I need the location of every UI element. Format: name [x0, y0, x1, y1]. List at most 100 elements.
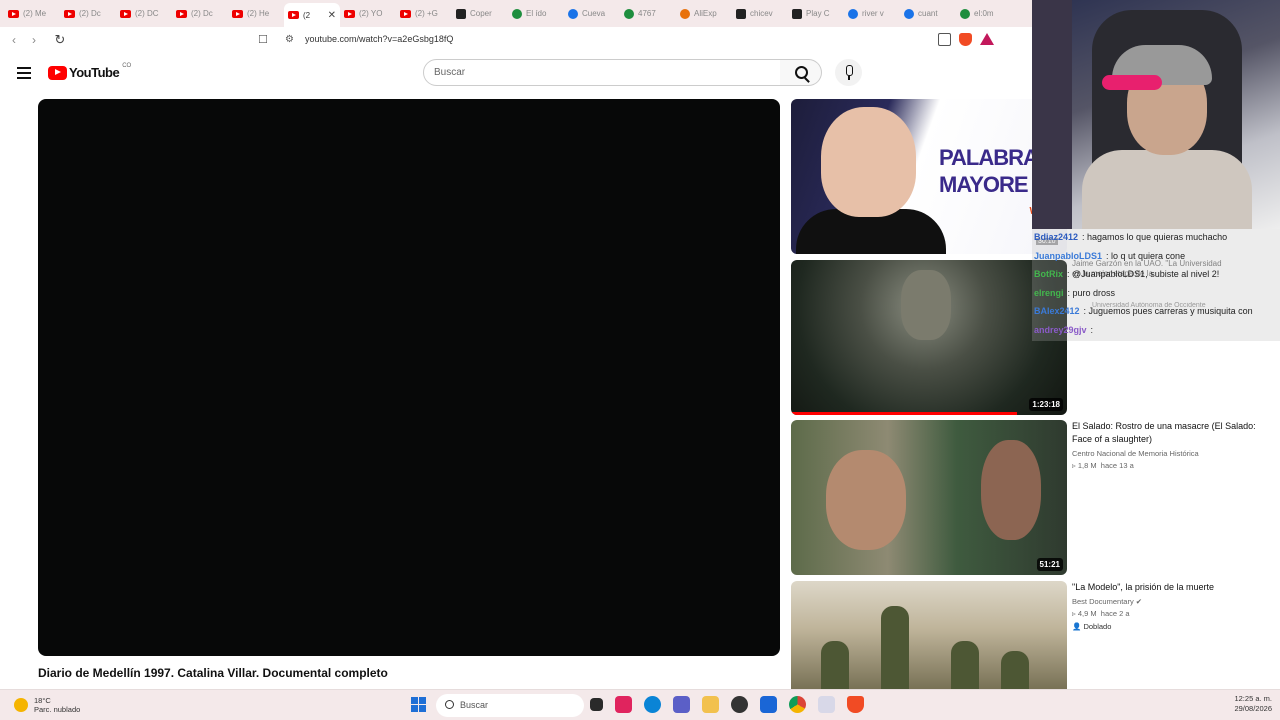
kick-icon	[960, 8, 970, 19]
browser-tab[interactable]: (2 ✕	[284, 3, 340, 27]
tab-label: el:0m	[974, 9, 994, 18]
browser-tab[interactable]: El ído	[508, 3, 564, 25]
google-icon	[848, 8, 858, 19]
tab-label: (2) He	[247, 9, 270, 18]
browser-tab[interactable]: Cueva	[564, 3, 620, 25]
browser-tab[interactable]: Play C	[788, 3, 844, 25]
youtube-logo[interactable]: YouTube CO	[48, 63, 131, 80]
browser-tab[interactable]: cuant	[900, 3, 956, 25]
video-stats: ▹ 1,8 M hace 13 a	[1072, 461, 1134, 470]
chat-username: BotRix	[1034, 269, 1063, 279]
forward-button[interactable]: ›	[24, 33, 44, 47]
browser-tab[interactable]: (2) He	[228, 3, 284, 25]
upload-age: hace 2 a	[1100, 609, 1130, 618]
browser-tab[interactable]: (2) DC	[116, 3, 172, 25]
teams-icon[interactable]	[673, 696, 690, 713]
brave-icon[interactable]	[847, 696, 864, 713]
app-icon[interactable]	[818, 696, 835, 713]
weather-widget[interactable]: 18°C Parc. nublado	[14, 696, 80, 714]
youtube-icon	[120, 9, 131, 18]
youtube-masthead: YouTube CO Buscar	[0, 53, 1030, 93]
brave-rewards-icon[interactable]	[980, 33, 994, 45]
tab-label: Cueva	[582, 9, 606, 18]
promo-brand: W	[939, 198, 1038, 225]
thumbnail-face	[821, 107, 916, 217]
file-explorer-icon[interactable]	[702, 696, 719, 713]
video-player[interactable]	[38, 99, 780, 656]
video-thumbnail-4[interactable]	[791, 581, 1067, 701]
browser-tab[interactable]: (2) YO	[340, 3, 396, 25]
site-info-icon[interactable]: ⚙	[285, 34, 294, 45]
taskbar-search[interactable]: Buscar	[436, 694, 584, 717]
store-icon[interactable]	[760, 696, 777, 713]
browser-tab[interactable]: el:0m	[956, 3, 1012, 25]
blue-icon	[568, 8, 578, 19]
back-button[interactable]: ‹	[4, 33, 24, 47]
cast-icon[interactable]	[938, 33, 951, 46]
youtube-icon	[64, 9, 75, 18]
windows-start-icon[interactable]	[411, 697, 426, 712]
tab-label: (2) +G	[415, 9, 438, 18]
bookmark-icon[interactable]: ☐	[258, 33, 268, 46]
channel-name[interactable]: Centro Nacional de Memoria Histórica	[1072, 449, 1272, 458]
tab-label: El ído	[526, 9, 547, 18]
tab-label: (2) Dc	[191, 9, 213, 18]
menu-icon[interactable]	[17, 67, 31, 82]
channel-name[interactable]: Best Documentary ✔	[1072, 597, 1272, 606]
obs-icon[interactable]	[731, 696, 748, 713]
tab-label: cuant	[918, 9, 938, 18]
tab-label: (2) DC	[135, 9, 159, 18]
browser-tab[interactable]: (2) +G	[396, 3, 452, 25]
browser-tab[interactable]: (2) Dc	[60, 3, 116, 25]
close-tab-icon[interactable]: ✕	[328, 10, 336, 21]
video-thumbnail-3[interactable]: 51:21	[791, 420, 1067, 575]
tab-label: (2	[303, 10, 311, 20]
dubbed-badge: 👤 Doblado	[1072, 622, 1112, 631]
tab-label: AliExp	[694, 9, 717, 18]
windows-taskbar: 18°C Parc. nublado Buscar 12:25 a. m. 29…	[0, 689, 1280, 720]
promo-line-2: MAYORE	[939, 172, 1029, 197]
video-thumbnail-1[interactable]: PALABRA MAYORE W	[791, 99, 1067, 254]
google-icon	[904, 8, 914, 19]
chat-message: BotRix: @JuanpabloLDS1, subiste al nivel…	[1034, 269, 1219, 279]
voice-search-icon[interactable]	[835, 59, 862, 86]
thumbnail-face	[901, 270, 951, 340]
chat-message: andrey29gjv:	[1034, 325, 1093, 335]
browser-tab[interactable]: 4767	[620, 3, 676, 25]
watch-progress-bar	[791, 412, 1018, 415]
thumbnail-face	[981, 440, 1041, 540]
brave-shields-icon[interactable]	[959, 33, 972, 46]
youtube-play-icon	[48, 65, 67, 80]
view-count: 4,9 M	[1077, 609, 1097, 618]
task-view-icon[interactable]	[590, 698, 603, 711]
browser-tab[interactable]: chicev	[732, 3, 788, 25]
reload-button[interactable]: ↻	[50, 32, 70, 48]
tiktok-icon[interactable]	[615, 696, 632, 713]
video-title-link[interactable]: "La Modelo", la prisión de la muerte	[1072, 581, 1272, 594]
promo-line-1: PALABRA	[939, 145, 1039, 170]
duration-badge: 51:21	[1036, 558, 1063, 571]
video-title: Diario de Medellín 1997. Catalina Villar…	[38, 666, 388, 680]
duration-badge: 1:23:18	[1029, 398, 1063, 411]
tab-label: Play C	[806, 9, 830, 18]
browser-tab[interactable]: river v	[844, 3, 900, 25]
edge-icon[interactable]	[644, 696, 661, 713]
search-button[interactable]	[780, 59, 822, 86]
browser-tab[interactable]: (2) Me	[4, 3, 60, 25]
video-meta-1[interactable]: El Salado: Rostro de una masacre (El Sal…	[1072, 420, 1272, 470]
video-thumbnail-2[interactable]: 1:23:18	[791, 260, 1067, 415]
search-input[interactable]: Buscar	[423, 59, 781, 86]
system-clock[interactable]: 12:25 a. m. 29/08/2026	[1234, 694, 1272, 714]
chat-username: Bdiaz2412	[1034, 232, 1079, 242]
browser-tab[interactable]: (2) Dc	[172, 3, 228, 25]
x-icon	[456, 8, 466, 19]
address-bar[interactable]: youtube.com/watch?v=a2eGsbg18fQ	[305, 34, 453, 44]
video-meta-2[interactable]: "La Modelo", la prisión de la muerte Bes…	[1072, 581, 1272, 631]
chrome-icon[interactable]	[789, 696, 806, 713]
video-title-link[interactable]: El Salado: Rostro de una masacre (El Sal…	[1072, 420, 1272, 446]
youtube-icon	[176, 9, 187, 18]
aliexpress-icon	[680, 8, 690, 19]
browser-tab[interactable]: Coper	[452, 3, 508, 25]
verified-icon: ✔	[1135, 597, 1143, 606]
browser-tab[interactable]: AliExp	[676, 3, 732, 25]
